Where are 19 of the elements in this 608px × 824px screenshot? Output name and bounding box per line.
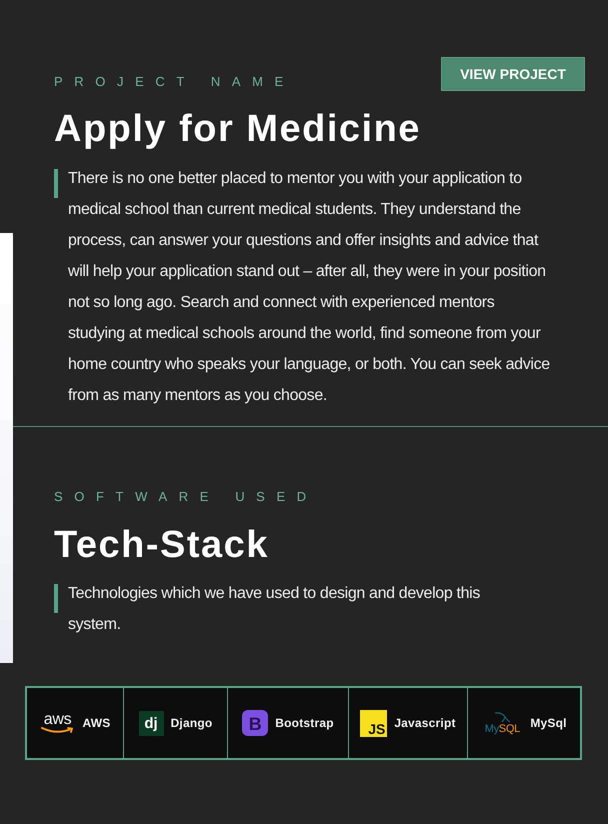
tech-name: Bootstrap [275,716,334,730]
section-title: Tech-Stack [54,523,269,567]
tech-logo: B [242,710,268,736]
view-project-button[interactable]: VIEW PROJECT [441,57,585,91]
section-eyebrow: SOFTWARE USED [54,489,318,505]
tech-name: AWS [82,716,110,730]
project-title: Apply for Medicine [54,107,421,151]
project-description: There is no one better placed to mentor you with your application to medical school than current medical students. They understand the process, can answer your questions and offer insights and advice that will help your application stand out – after all, they were in your position not so long ago. Search and connect with experienced mentors studying at medical schools around the world, find someone from your home country who speaks your language, or both. You can seek advice from as many mentors as you choose. [68,169,551,406]
section-eyebrow: PROJECT NAME [54,74,295,90]
tech-logo: MySQL [481,712,524,734]
tech-logo: aws [40,712,76,734]
quote-bar [54,584,58,613]
tech-logo: dj [138,710,164,736]
tech-logo: JS [360,710,388,736]
quote-bar [54,169,58,198]
tech-name: Django [170,716,212,730]
tech-description: Technologies which we have used to design and develop this system. [68,584,481,635]
tech-name: MySql [530,716,567,730]
tech-name: Javascript [394,716,456,730]
